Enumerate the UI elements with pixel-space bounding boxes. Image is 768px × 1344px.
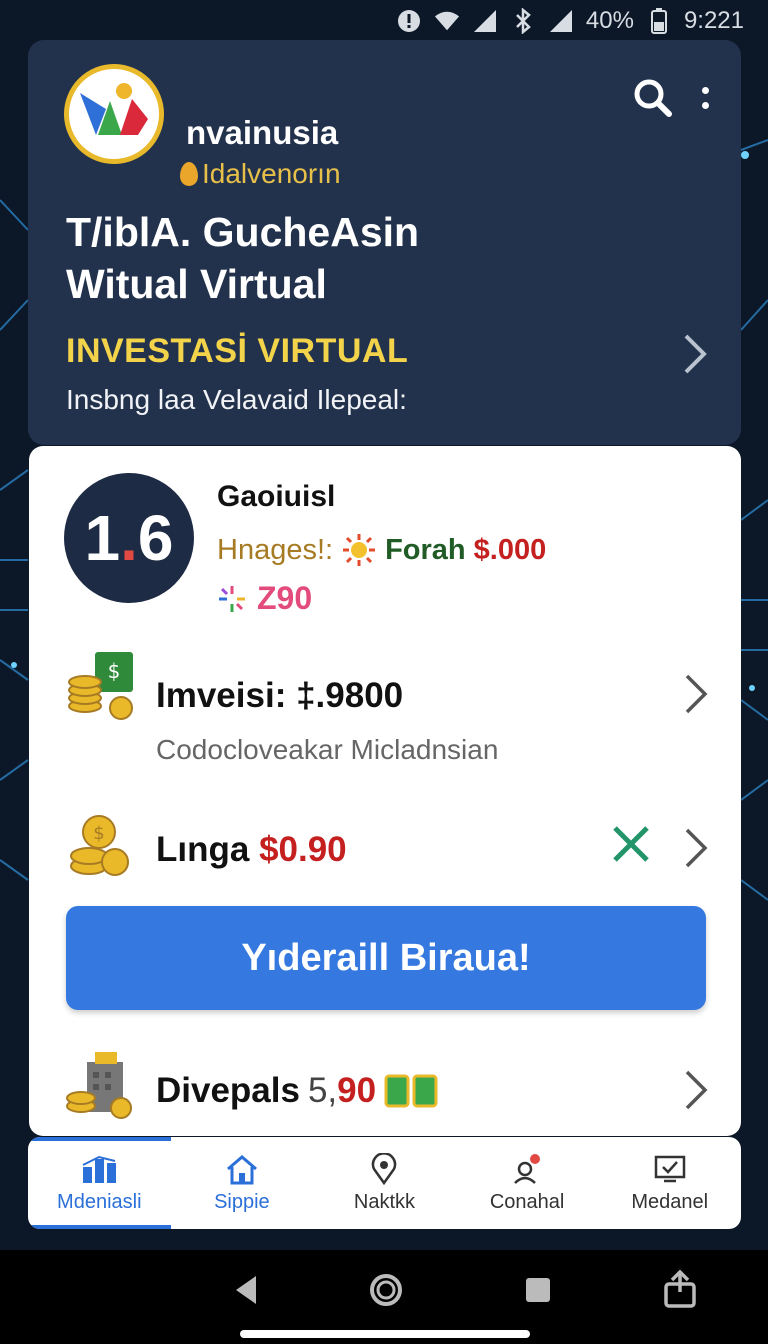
profile-name: Gaoiuisl (217, 480, 336, 513)
badge-number-right: 6 (137, 502, 174, 574)
money-stack-icon: $ (65, 650, 137, 722)
badge-number-left: 1 (84, 502, 121, 574)
system-navigation-bar (0, 1250, 768, 1344)
badge-dot: . (120, 502, 138, 574)
chevron-right-icon (681, 672, 711, 716)
profile-stats: Hnages!: Forah $.000 (217, 532, 546, 568)
home-circle-icon (370, 1274, 402, 1306)
linga-row-text: Lınga $0.90 (156, 830, 347, 870)
recents-square-icon (526, 1278, 550, 1302)
svg-text:$: $ (108, 659, 121, 683)
invest-heading[interactable]: INVESTASİ VIRTUAL (66, 332, 408, 371)
divepals-label: Divepals (156, 1071, 300, 1110)
nav-item-medanel[interactable]: Medanel (598, 1137, 741, 1229)
battery-icon (646, 8, 672, 34)
more-dot-icon (701, 102, 709, 109)
nav-item-conahal[interactable]: Conahal (456, 1137, 599, 1229)
hero-title-line1: T/iblA. GucheAsin (66, 209, 420, 255)
linga-label: Lınga (156, 830, 250, 869)
more-options-button[interactable] (693, 76, 717, 120)
sparkle-icon (219, 585, 245, 612)
nav-label: Conahal (489, 1190, 565, 1213)
profile-label: Hnages!: (217, 533, 334, 566)
battery-percent: 40% (585, 7, 634, 34)
nav-label: Mdeniasli (57, 1190, 142, 1213)
nav-item-sippie[interactable]: Sippie (171, 1137, 314, 1229)
search-icon (634, 79, 672, 117)
clock: 9:221 (683, 7, 744, 34)
header-card: nvainusia Idalvenorın T/iblA. GucheAsin … (28, 40, 741, 445)
more-dot-icon (701, 87, 709, 94)
alert-icon (396, 8, 422, 34)
status-bar: 40% 9:221 (0, 0, 768, 42)
back-triangle-icon (236, 1276, 256, 1304)
nav-item-naktkk[interactable]: Naktkk (313, 1137, 456, 1229)
gesture-home-indicator[interactable] (240, 1330, 530, 1338)
cell-signal-icon (548, 8, 574, 34)
signal-icon (472, 8, 498, 34)
hero-title-line2: Witual Virtual (66, 261, 327, 307)
hero-description: Insbng laa Velavaid Ilepeal: (66, 384, 407, 415)
divepals-price-part1: 5, (307, 1071, 338, 1110)
app-logo (64, 64, 164, 164)
bank-coins-icon (65, 1050, 137, 1122)
cash-icon (384, 1074, 438, 1108)
list-item-divepals[interactable]: Divepals 5,90 (29, 1046, 741, 1136)
main-card: 1.6 Gaoiuisl Hnages!: Forah $.000 Z90 $ … (29, 446, 741, 1136)
home-button[interactable] (364, 1268, 408, 1312)
profile-from-label: Forah (385, 533, 466, 566)
nav-label: Sippie (214, 1190, 270, 1213)
profile-amount: $.000 (473, 533, 547, 566)
app-subtitle-text: Idalvenorın (202, 158, 341, 189)
notification-person-icon (514, 1153, 541, 1184)
coins-icon: $ (65, 810, 137, 882)
invest-title: Imveisi: ‡.9800 (156, 676, 404, 715)
search-button[interactable] (631, 76, 675, 120)
invest-subtitle: Codocloveakar Micladnsian (156, 734, 499, 765)
chevron-right-icon (681, 1068, 711, 1112)
bluetooth-icon (510, 8, 536, 34)
linga-price: $0.90 (259, 830, 347, 869)
svg-text:$: $ (93, 823, 104, 844)
hero-title: T/iblA. GucheAsin Witual Virtual (66, 206, 419, 310)
tv-check-icon (654, 1155, 685, 1182)
location-pin-icon (372, 1152, 397, 1185)
recents-button[interactable] (516, 1268, 560, 1312)
list-item-invest[interactable]: $ Imveisi: ‡.9800 Codocloveakar Micladns… (29, 646, 741, 786)
share-button[interactable] (658, 1268, 702, 1312)
app-name: nvainusia (186, 114, 339, 151)
nav-label: Naktkk (353, 1190, 416, 1213)
bar-chart-icon (82, 1155, 117, 1183)
back-button[interactable] (226, 1268, 270, 1312)
level-badge: 1.6 (64, 473, 194, 603)
close-icon[interactable] (611, 824, 651, 864)
drop-icon (180, 162, 198, 186)
share-icon (664, 1269, 696, 1308)
primary-cta-button[interactable]: Yıderaill Biraua! (66, 906, 706, 1010)
nav-label: Medanel (631, 1190, 709, 1213)
profile-score-value: Z90 (257, 580, 313, 616)
chevron-right-icon (681, 826, 711, 870)
profile-score: Z90 (217, 580, 312, 617)
divepals-row-text: Divepals 5,90 (156, 1070, 440, 1112)
divepals-price-part2: 90 (337, 1071, 377, 1110)
home-icon (226, 1154, 257, 1184)
sun-icon (343, 534, 376, 566)
hero-chevron-right-icon[interactable] (678, 332, 712, 376)
bottom-navigation: Mdeniasli Sippie Naktkk Conahal Medanel (28, 1137, 741, 1229)
wifi-icon (434, 8, 460, 34)
app-subtitle: Idalvenorın (180, 158, 341, 190)
nav-item-mdeniasli[interactable]: Mdeniasli (28, 1137, 171, 1229)
